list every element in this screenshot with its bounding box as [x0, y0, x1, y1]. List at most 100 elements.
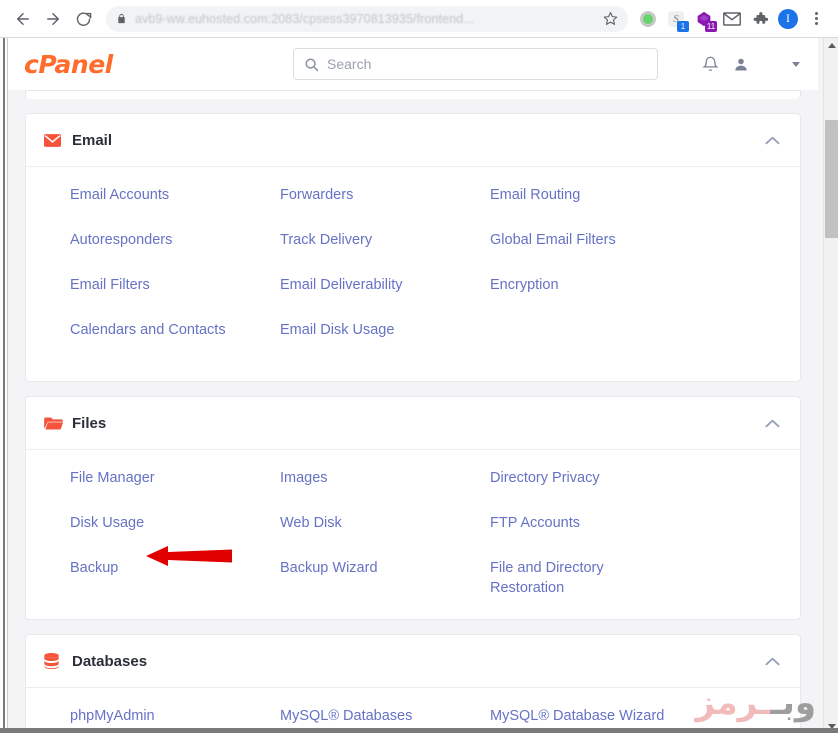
envelope-icon [44, 133, 66, 147]
section-header-files[interactable]: Files [26, 397, 800, 450]
grid-cell: Encryption [490, 275, 780, 320]
notifications-bell-icon[interactable] [702, 55, 719, 73]
purple-extension-badge: 11 [705, 20, 717, 32]
link-backup-wizard[interactable]: Backup Wizard [280, 558, 378, 578]
link-disk-usage[interactable]: Disk Usage [70, 513, 144, 533]
address-bar[interactable]: avb9-ww.euhosted.com:2083/cpsess39708139… [106, 5, 628, 32]
partially-visible-card-above [25, 90, 801, 99]
search-box[interactable]: Search [293, 48, 658, 80]
link-file-manager[interactable]: File Manager [70, 468, 155, 488]
back-button[interactable] [8, 4, 38, 34]
url-text: avb9-ww.euhosted.com:2083/cpsess39708139… [135, 11, 474, 26]
link-ftp-accounts[interactable]: FTP Accounts [490, 513, 580, 533]
grid-cell: Email Accounts [70, 185, 280, 230]
grid-cell: Autoresponders [70, 230, 280, 275]
s-extension-icon[interactable]: S 1 [662, 5, 690, 33]
link-track-delivery[interactable]: Track Delivery [280, 230, 372, 250]
section-title-email: Email [72, 131, 113, 149]
link-mysql-database-wizard[interactable]: MySQL® Database Wizard [490, 706, 664, 726]
section-header-databases[interactable]: Databases [26, 635, 800, 688]
browser-menu-icon[interactable] [802, 5, 830, 33]
link-images[interactable]: Images [280, 468, 328, 488]
grid-cell: Track Delivery [280, 230, 490, 275]
avatar-icon [733, 56, 749, 73]
section-header-email[interactable]: Email [26, 114, 800, 167]
section-card-files: Files File Manager Images Directory Priv… [25, 396, 801, 620]
header-right-controls [702, 55, 800, 73]
grid-cell: Disk Usage [70, 513, 280, 558]
chevron-up-icon-databases[interactable] [765, 657, 780, 666]
link-encryption[interactable]: Encryption [490, 275, 559, 295]
extension-icons: S 1 11 I [634, 5, 830, 33]
cpanel-content: Email Email Accounts Forwarders Email Ro… [8, 90, 818, 733]
link-email-accounts[interactable]: Email Accounts [70, 185, 169, 205]
scroll-up-arrow-icon[interactable] [824, 38, 838, 53]
grid-cell: Global Email Filters [490, 230, 780, 275]
page-scrollbar[interactable] [823, 38, 838, 733]
s-extension-badge: 1 [677, 20, 689, 32]
link-global-email-filters[interactable]: Global Email Filters [490, 230, 616, 250]
link-file-and-directory-restoration[interactable]: File and Directory Restoration [490, 558, 640, 598]
link-backup[interactable]: Backup [70, 558, 118, 578]
grid-cell: Web Disk [280, 513, 490, 558]
grid-cell: Forwarders [280, 185, 490, 230]
link-directory-privacy[interactable]: Directory Privacy [490, 468, 600, 488]
link-web-disk[interactable]: Web Disk [280, 513, 342, 533]
reload-button[interactable] [68, 4, 98, 34]
search-placeholder: Search [327, 56, 372, 72]
grid-cell: Email Disk Usage [280, 320, 490, 365]
section-body-files: File Manager Images Directory Privacy Di… [26, 450, 800, 619]
grid-cell: Email Routing [490, 185, 780, 230]
chevron-down-icon [792, 61, 800, 67]
window-bottom-edge [0, 728, 838, 733]
username-label [754, 57, 787, 72]
mail-extension-icon[interactable] [718, 5, 746, 33]
section-card-email: Email Email Accounts Forwarders Email Ro… [25, 113, 801, 382]
browser-toolbar: avb9-ww.euhosted.com:2083/cpsess39708139… [0, 0, 838, 37]
link-forwarders[interactable]: Forwarders [280, 185, 353, 205]
link-autoresponders[interactable]: Autoresponders [70, 230, 172, 250]
green-dot-extension-icon[interactable] [634, 5, 662, 33]
section-body-email: Email Accounts Forwarders Email Routing … [26, 167, 800, 381]
chevron-up-icon-files[interactable] [765, 419, 780, 428]
window-left-edge [0, 38, 8, 733]
chevron-up-icon-email[interactable] [765, 136, 780, 145]
grid-cell: Backup [70, 558, 280, 603]
user-menu[interactable] [733, 56, 800, 73]
purple-extension-icon[interactable]: 11 [690, 5, 718, 33]
link-phpmyadmin[interactable]: phpMyAdmin [70, 706, 155, 726]
grid-cell: Backup Wizard [280, 558, 490, 603]
folder-icon [44, 416, 66, 430]
grid-cell: Directory Privacy [490, 468, 780, 513]
link-mysql-databases[interactable]: MySQL® Databases [280, 706, 412, 726]
bookmark-star-icon[interactable] [603, 11, 618, 26]
link-calendars-and-contacts[interactable]: Calendars and Contacts [70, 320, 226, 340]
profile-avatar[interactable]: I [774, 5, 802, 33]
link-grid-email: Email Accounts Forwarders Email Routing … [26, 185, 800, 365]
link-email-deliverability[interactable]: Email Deliverability [280, 275, 402, 295]
grid-cell: Email Deliverability [280, 275, 490, 320]
link-grid-files: File Manager Images Directory Privacy Di… [26, 468, 800, 603]
grid-cell: FTP Accounts [490, 513, 780, 558]
scrollbar-thumb[interactable] [825, 120, 838, 238]
profile-initial: I [778, 8, 798, 29]
link-email-filters[interactable]: Email Filters [70, 275, 150, 295]
search-icon [304, 57, 319, 72]
forward-button[interactable] [38, 4, 68, 34]
lock-icon [116, 12, 127, 25]
link-email-routing[interactable]: Email Routing [490, 185, 580, 205]
grid-cell-empty [490, 320, 780, 365]
cpanel-logo[interactable]: cPanel [24, 50, 113, 79]
grid-cell: Email Filters [70, 275, 280, 320]
section-title-databases: Databases [72, 652, 148, 670]
grid-cell: Images [280, 468, 490, 513]
section-body-databases: phpMyAdmin MySQL® Databases MySQL® Datab… [26, 688, 800, 733]
page-viewport: cPanel Search Email Email Accounts Forwa… [0, 37, 838, 733]
grid-cell: Calendars and Contacts [70, 320, 280, 365]
database-icon [44, 653, 66, 669]
link-email-disk-usage[interactable]: Email Disk Usage [280, 320, 394, 340]
puzzle-extensions-icon[interactable] [746, 5, 774, 33]
section-title-files: Files [72, 414, 107, 432]
cpanel-header: cPanel Search [8, 38, 818, 90]
grid-cell: File and Directory Restoration [490, 558, 780, 603]
